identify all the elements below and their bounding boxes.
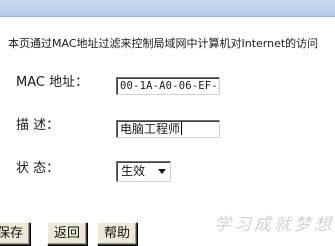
watermark: 学习成就梦想 [214,215,333,235]
mac-address-value: 00-1A-A0-06-EF-35 [120,80,220,92]
status-select[interactable]: 生效 [116,161,171,182]
back-button[interactable]: 返回 [47,222,87,245]
description-label: 描 述： [16,118,60,133]
intro-text: 本页通过MAC地址过滤来控制局域网中计算机对Internet的访问 [8,37,319,50]
status-label: 状 态： [16,161,60,176]
mac-address-label: MAC 地址： [16,75,89,90]
text-caret [181,122,183,135]
mac-address-input[interactable]: 00-1A-A0-06-EF-35 [116,77,220,95]
status-select-value: 生效 [121,164,146,178]
description-value: 电脑工程师 [120,122,181,136]
description-input[interactable]: 电脑工程师 [116,120,220,138]
top-bar [0,0,335,17]
chevron-down-icon[interactable] [158,169,166,174]
help-button[interactable]: 帮助 [97,222,137,245]
save-button[interactable]: 保存 [0,222,30,245]
